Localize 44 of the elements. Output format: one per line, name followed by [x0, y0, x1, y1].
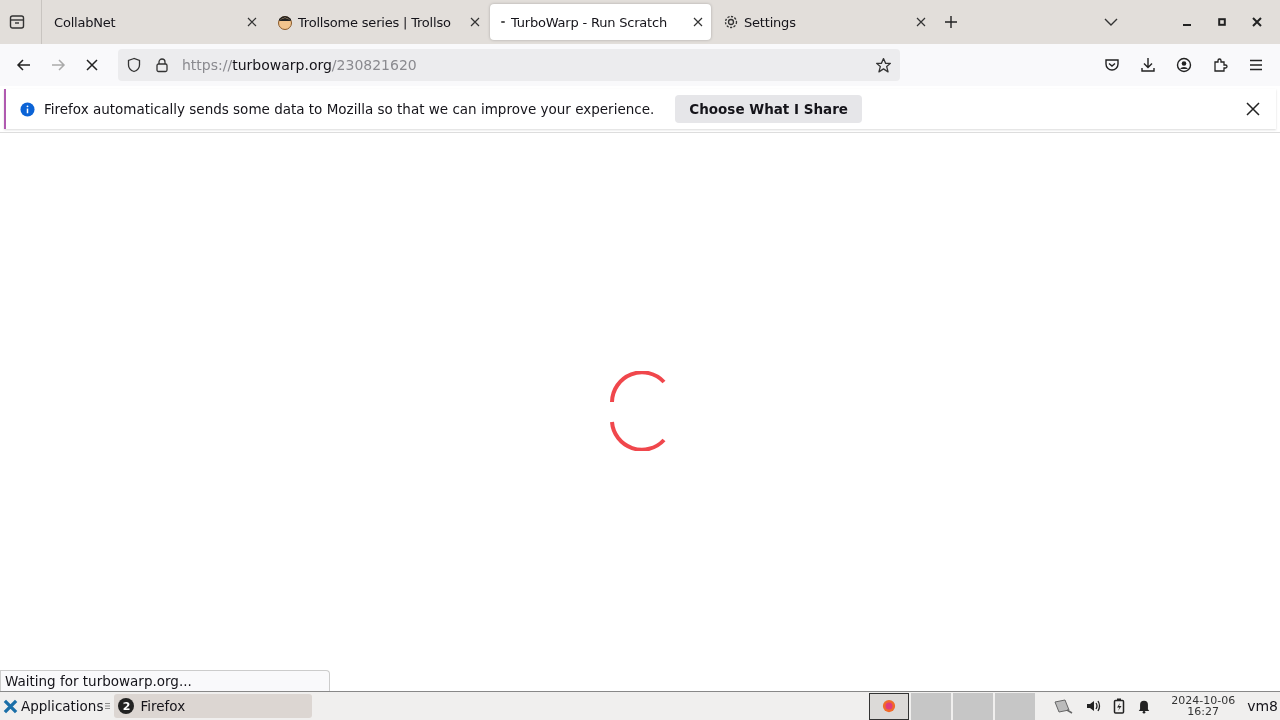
download-icon[interactable]	[1140, 57, 1156, 73]
notification-message: Firefox automatically sends some data to Mozilla so that we can improve your experience.	[44, 101, 655, 117]
lock-icon[interactable]	[154, 57, 170, 73]
battery-icon[interactable]	[1113, 698, 1126, 714]
close-icon[interactable]	[1252, 17, 1262, 27]
close-icon[interactable]	[247, 17, 257, 27]
stop-icon[interactable]	[84, 57, 100, 73]
settings-icon	[723, 14, 739, 30]
user-name[interactable]: vm8	[1247, 698, 1278, 714]
close-icon[interactable]	[916, 17, 926, 27]
close-icon[interactable]	[693, 17, 703, 27]
info-icon	[20, 101, 35, 117]
tab-list-icon[interactable]	[8, 14, 25, 30]
browser-tab[interactable]: CollabNet	[44, 4, 265, 40]
puzzle-piece-icon[interactable]	[1212, 57, 1228, 73]
account-icon[interactable]	[1176, 57, 1192, 73]
shield-icon[interactable]	[126, 57, 142, 73]
maximize-icon[interactable]	[1218, 18, 1226, 26]
browser-tab[interactable]: TurboWarp - Run Scratch	[490, 4, 711, 40]
status-text: Waiting for turbowarp.org...	[0, 670, 330, 691]
firefox-window-button[interactable]: 2 Firefox	[114, 694, 313, 718]
clock[interactable]: 2024-10-06 16:27	[1171, 695, 1236, 717]
address-bar[interactable]: https://turbowarp.org/230821620	[118, 49, 900, 81]
browser-tab[interactable]: Trollsome series | Trollso	[267, 4, 488, 40]
new-tab-icon[interactable]	[944, 15, 958, 29]
close-icon[interactable]	[470, 17, 480, 27]
applications-menu[interactable]: Applications	[0, 698, 106, 714]
choose-what-i-share-button[interactable]: Choose What I Share	[675, 95, 862, 123]
face-icon	[277, 14, 293, 30]
window-count-badge: 2	[118, 698, 135, 714]
x-logo-icon	[3, 698, 18, 714]
workspace-button[interactable]	[869, 692, 910, 720]
url-text: https://turbowarp.org/230821620	[182, 57, 417, 73]
speaker-icon[interactable]	[1085, 698, 1102, 714]
browser-window-icon	[882, 699, 897, 713]
bell-icon[interactable]	[1137, 698, 1152, 714]
pocket-icon[interactable]	[1104, 57, 1120, 73]
close-icon[interactable]	[1246, 102, 1260, 116]
browser-tab[interactable]: Settings	[713, 4, 934, 40]
back-icon[interactable]	[16, 57, 32, 73]
separator-icon	[105, 701, 111, 711]
menu-icon[interactable]	[1248, 57, 1264, 73]
network-icon[interactable]	[1053, 698, 1074, 714]
star-icon[interactable]	[875, 56, 892, 74]
